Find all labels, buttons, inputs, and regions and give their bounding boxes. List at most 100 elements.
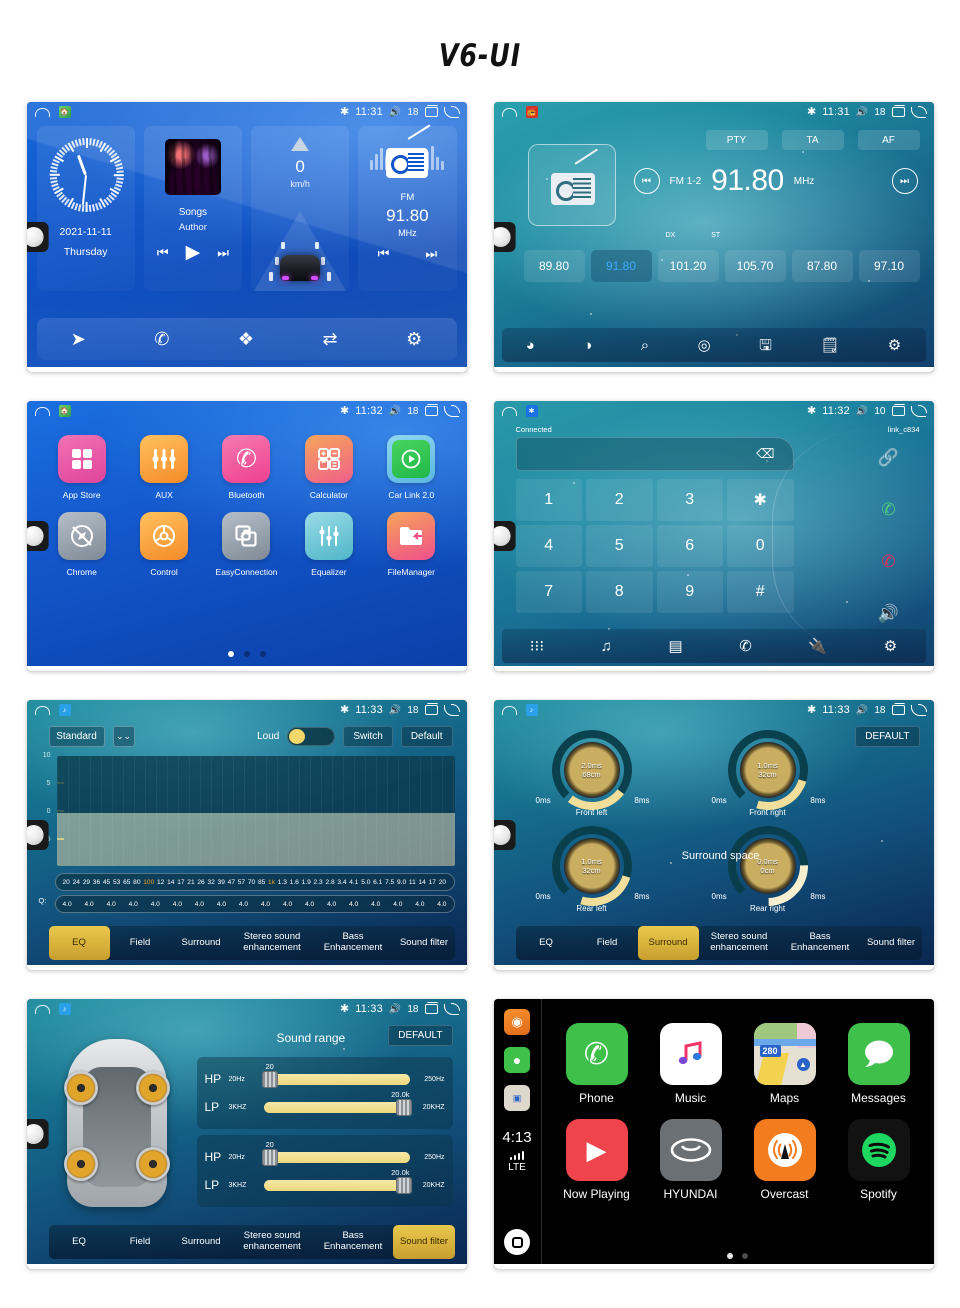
tab-bass-enhancement[interactable]: Bass Enhancement xyxy=(780,926,861,960)
clock-widget[interactable]: 2021-11-11 Thursday xyxy=(36,126,135,291)
app-item-app-store[interactable]: App Store xyxy=(41,435,123,500)
back-icon[interactable] xyxy=(443,703,460,716)
overcast-mini-icon[interactable]: ◉ xyxy=(504,1009,530,1035)
recent-apps-icon[interactable] xyxy=(891,104,905,117)
key-4[interactable]: 4 xyxy=(515,525,582,567)
carplay-app-spotify[interactable]: Spotify xyxy=(832,1119,926,1201)
tab-eq[interactable]: EQ xyxy=(49,1225,110,1259)
equalizer-app-badge-icon[interactable]: ♪ xyxy=(58,704,71,716)
slider-thumb[interactable] xyxy=(261,1070,278,1088)
app-item-aux[interactable]: AUX xyxy=(123,435,205,500)
dialpad-icon[interactable]: ⁝⁝⁝ xyxy=(530,639,544,654)
home-icon[interactable] xyxy=(501,406,517,416)
dock-carlink-icon[interactable]: ⇄ xyxy=(323,330,338,348)
recent-apps-icon[interactable] xyxy=(424,104,438,117)
knob-front-right[interactable]: 1.0ms 32cm 0ms 8ms Front right xyxy=(712,715,826,825)
filter-slider[interactable]: 20.0k xyxy=(263,1090,412,1116)
call-end-icon[interactable]: ✆ xyxy=(881,541,895,583)
back-icon[interactable] xyxy=(910,105,927,118)
stereo-toggle-icon[interactable]: ◑ xyxy=(583,338,592,353)
hardware-knob[interactable] xyxy=(493,820,516,850)
recent-apps-icon[interactable] xyxy=(424,1001,438,1014)
bluetooth-app-badge-icon[interactable]: ✱ xyxy=(525,405,538,417)
tab-sound-filter[interactable]: Sound filter xyxy=(393,926,454,960)
tab-eq[interactable]: EQ xyxy=(516,926,577,960)
recent-apps-icon[interactable] xyxy=(424,403,438,416)
carplay-app-hyundai[interactable]: HYUNDAI xyxy=(644,1119,738,1201)
hardware-knob[interactable] xyxy=(493,222,516,252)
contacts-icon[interactable]: ▤ xyxy=(669,639,683,654)
back-icon[interactable] xyxy=(910,404,927,417)
radio-next-button[interactable]: ⏭ xyxy=(425,246,437,262)
knob-front-left[interactable]: 2.0ms 68cm 0ms 8ms Front left xyxy=(536,724,650,817)
knob-rear-right[interactable]: 0.0ms 0cm 0ms 8ms Rear right xyxy=(710,809,826,923)
pty-button[interactable]: PTY xyxy=(705,130,768,150)
radio-widget[interactable]: FM 91.80 MHz ⏮ ⏭ xyxy=(358,124,457,291)
recent-apps-icon[interactable] xyxy=(424,702,438,715)
app-badge-icon[interactable]: 🏠 xyxy=(58,405,71,417)
tab-eq[interactable]: EQ xyxy=(48,926,110,960)
home-icon[interactable] xyxy=(501,705,517,715)
page-dot[interactable] xyxy=(243,651,250,657)
music-icon[interactable]: ♫ xyxy=(601,639,612,654)
key-7[interactable]: 7 xyxy=(515,571,582,613)
navigation-widget[interactable]: 0 km/h xyxy=(251,126,350,291)
tab-field[interactable]: Field xyxy=(110,926,171,960)
knob-rear-left[interactable]: 1.0ms 32cm 0ms 8ms Rear left xyxy=(536,811,650,921)
carplay-app-maps[interactable]: 280 ▲ Maps xyxy=(738,1023,832,1105)
page-dot[interactable] xyxy=(259,651,266,657)
maps-mini-icon[interactable]: ▣ xyxy=(504,1085,530,1111)
af-button[interactable]: AF xyxy=(857,130,920,150)
key-hash[interactable]: # xyxy=(727,571,794,613)
app-item-calculator[interactable]: Calculator xyxy=(288,435,370,500)
app-item-control[interactable]: Control xyxy=(123,512,205,577)
key-2[interactable]: 2 xyxy=(586,479,653,521)
hardware-knob[interactable] xyxy=(26,1119,49,1149)
rds-icon[interactable]: ◎ xyxy=(698,338,711,353)
carplay-app-phone[interactable]: ✆ Phone xyxy=(550,1023,644,1105)
carplay-app-messages[interactable]: Messages xyxy=(832,1023,926,1105)
app-item-filemanager[interactable]: FileManager xyxy=(370,512,452,577)
carplay-app-music[interactable]: Music xyxy=(644,1023,738,1105)
tab-sound-filter[interactable]: Sound filter xyxy=(860,926,921,960)
play-button[interactable]: ▶ xyxy=(186,243,201,262)
radio-prev-button[interactable]: ⏮ xyxy=(378,246,390,262)
switch-button[interactable]: Switch xyxy=(343,726,393,747)
slider-thumb[interactable] xyxy=(395,1176,412,1194)
tab-stereo-sound-enhancement[interactable]: Stereo sound enhancement xyxy=(232,926,313,960)
preset-button[interactable]: 105.70 xyxy=(724,250,786,282)
tab-field[interactable]: Field xyxy=(110,1225,171,1259)
tab-bass-enhancement[interactable]: Bass Enhancement xyxy=(313,926,394,960)
recent-apps-icon[interactable] xyxy=(891,702,905,715)
radio-app-badge-icon[interactable]: 📻 xyxy=(525,106,538,118)
messages-mini-icon[interactable]: ● xyxy=(504,1047,530,1073)
tab-stereo-sound-enhancement[interactable]: Stereo sound enhancement xyxy=(699,926,780,960)
tab-surround[interactable]: Surround xyxy=(637,926,699,960)
search-icon[interactable]: ⌕ xyxy=(641,338,649,353)
call-history-icon[interactable]: ✆ xyxy=(739,639,752,654)
app-item-car-link[interactable]: Car Link 2.0 xyxy=(370,435,452,500)
equalizer-app-badge-icon[interactable]: ♪ xyxy=(58,1003,71,1015)
link-icon[interactable]: 🔗 xyxy=(878,437,899,479)
home-icon[interactable] xyxy=(34,1004,50,1014)
band-icon[interactable]: ◕ xyxy=(526,338,535,353)
carplay-app-overcast[interactable]: Overcast xyxy=(738,1119,832,1201)
preset-button[interactable]: 101.20 xyxy=(657,250,719,282)
back-icon[interactable] xyxy=(910,703,927,716)
key-3[interactable]: 3 xyxy=(656,479,723,521)
home-icon[interactable] xyxy=(34,705,50,715)
preset-button[interactable]: 97.10 xyxy=(858,250,920,282)
app-item-bluetooth[interactable]: ✆ Bluetooth xyxy=(205,435,287,500)
key-9[interactable]: 9 xyxy=(656,571,723,613)
ta-button[interactable]: TA xyxy=(781,130,844,150)
dock-navigation-icon[interactable]: ➤ xyxy=(71,330,86,348)
eq-curve-chart[interactable] xyxy=(56,756,455,866)
filter-slider[interactable]: 20 xyxy=(261,1140,410,1166)
dock-settings-icon[interactable]: ⚙ xyxy=(406,330,422,348)
slider-thumb[interactable] xyxy=(261,1148,278,1166)
key-6[interactable]: 6 xyxy=(656,525,723,567)
key-5[interactable]: 5 xyxy=(586,525,653,567)
key-0[interactable]: 0 xyxy=(727,525,794,567)
page-dot[interactable] xyxy=(742,1253,748,1259)
hardware-knob[interactable] xyxy=(26,521,49,551)
